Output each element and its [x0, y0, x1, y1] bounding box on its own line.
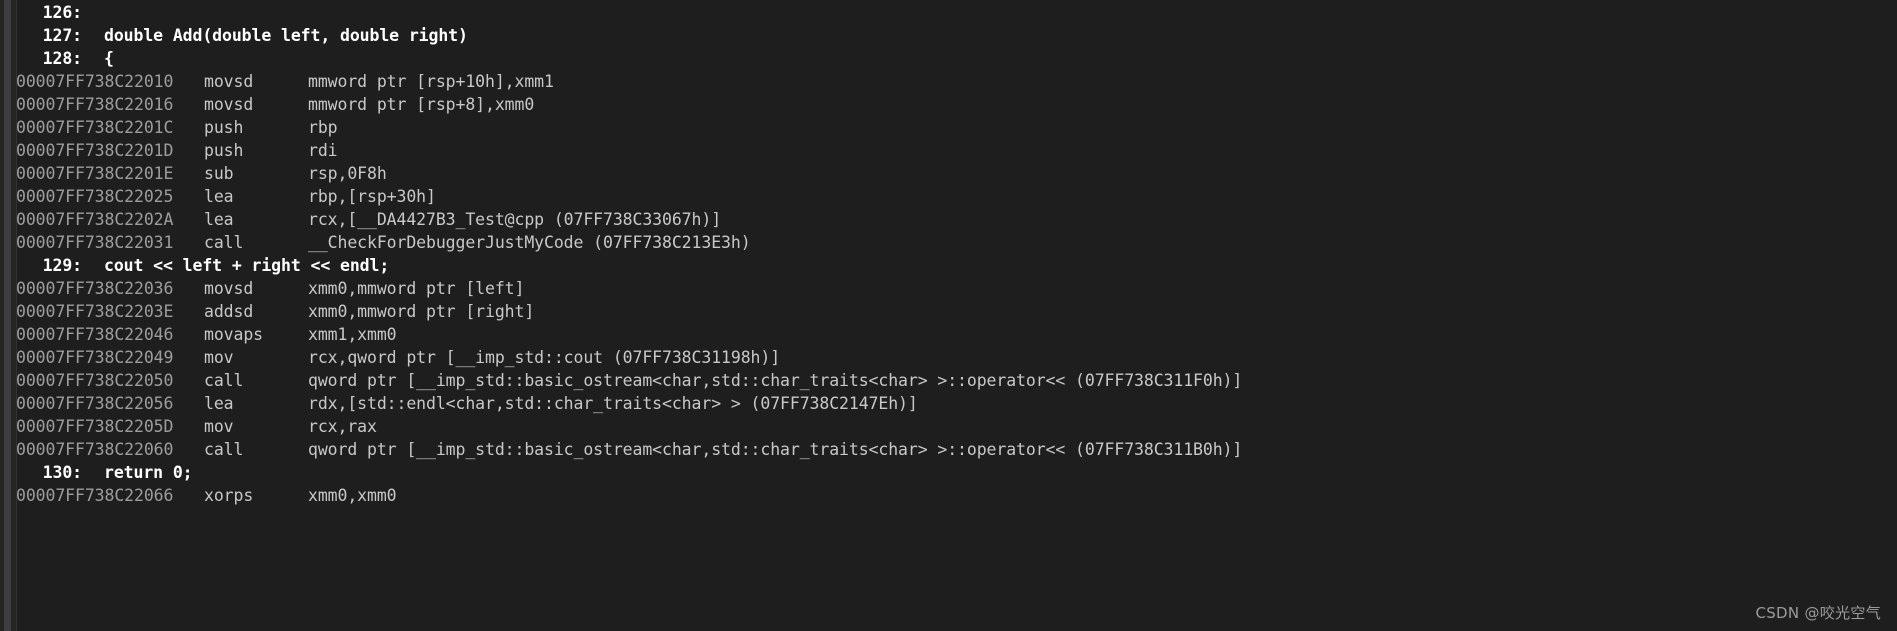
editor-gutter-strip[interactable]: [0, 0, 17, 631]
source-line-number: 127:: [42, 26, 82, 45]
disassembly-row[interactable]: 00007FF738C2201C push rbp: [16, 116, 1897, 139]
source-line-text: return 0;: [104, 463, 193, 482]
instruction-address: 00007FF738C22046: [16, 325, 174, 344]
instruction-operands: xmm0,xmm0: [308, 486, 397, 505]
source-code-row[interactable]: 126:: [16, 1, 1897, 24]
instruction-mnemonic: push: [204, 141, 244, 160]
instruction-address: 00007FF738C22050: [16, 371, 174, 390]
disassembly-code-area[interactable]: 126: 127: double Add(double left, double r…: [16, 0, 1897, 631]
source-line-number: 129:: [42, 256, 82, 275]
instruction-operands: rcx,rax: [308, 417, 377, 436]
instruction-mnemonic: movsd: [204, 279, 254, 298]
instruction-mnemonic: lea: [204, 210, 234, 229]
instruction-operands: rdi: [308, 141, 338, 160]
source-code-row[interactable]: 127: double Add(double left, double right…: [16, 24, 1897, 47]
instruction-address: 00007FF738C2201E: [16, 164, 174, 183]
instruction-mnemonic: call: [204, 233, 244, 252]
instruction-operands: qword ptr [__imp_std::basic_ostream<char…: [308, 440, 1243, 459]
source-code-row[interactable]: 128: {: [16, 47, 1897, 70]
instruction-address: 00007FF738C22049: [16, 348, 174, 367]
instruction-operands: mmword ptr [rsp+8],xmm0: [308, 95, 535, 114]
instruction-mnemonic: call: [204, 371, 244, 390]
disassembly-row[interactable]: 00007FF738C22060 call qword ptr [__imp_std…: [16, 438, 1897, 461]
instruction-address: 00007FF738C22036: [16, 279, 174, 298]
instruction-address: 00007FF738C2205D: [16, 417, 174, 436]
instruction-address: 00007FF738C22016: [16, 95, 174, 114]
scroll-position-indicator[interactable]: [4, 0, 11, 631]
instruction-operands: rbp,[rsp+30h]: [308, 187, 436, 206]
instruction-operands: rbp: [308, 118, 338, 137]
instruction-mnemonic: movaps: [204, 325, 264, 344]
instruction-mnemonic: movsd: [204, 95, 254, 114]
disassembly-row[interactable]: 00007FF738C22031 call __CheckForDebuggerJu…: [16, 231, 1897, 254]
disassembly-row[interactable]: 00007FF738C22025 lea rbp,[rsp+30h]: [16, 185, 1897, 208]
instruction-address: 00007FF738C22056: [16, 394, 174, 413]
instruction-mnemonic: lea: [204, 187, 234, 206]
instruction-operands: rdx,[std::endl<char,std::char_traits<cha…: [308, 394, 918, 413]
instruction-operands: xmm0,mmword ptr [right]: [308, 302, 535, 321]
source-code-row[interactable]: 129: cout << left + right << endl;: [16, 254, 1897, 277]
instruction-operands: rcx,[__DA4427B3_Test@cpp (07FF738C33067h…: [308, 210, 722, 229]
disassembly-row[interactable]: 00007FF738C2201D push rdi: [16, 139, 1897, 162]
instruction-address: 00007FF738C22031: [16, 233, 174, 252]
instruction-address: 00007FF738C2202A: [16, 210, 174, 229]
instruction-mnemonic: push: [204, 118, 244, 137]
instruction-operands: qword ptr [__imp_std::basic_ostream<char…: [308, 371, 1243, 390]
instruction-operands: mmword ptr [rsp+10h],xmm1: [308, 72, 554, 91]
disassembly-row[interactable]: 00007FF738C2203E addsd xmm0,mmword ptr [ri…: [16, 300, 1897, 323]
instruction-mnemonic: mov: [204, 417, 234, 436]
instruction-address: 00007FF738C2201D: [16, 141, 174, 160]
instruction-address: 00007FF738C2201C: [16, 118, 174, 137]
source-line-number: 128:: [42, 49, 82, 68]
instruction-mnemonic: xorps: [204, 486, 254, 505]
instruction-mnemonic: movsd: [204, 72, 254, 91]
instruction-operands: rsp,0F8h: [308, 164, 387, 183]
disassembly-row[interactable]: 00007FF738C22036 movsd xmm0,mmword ptr [le…: [16, 277, 1897, 300]
instruction-mnemonic: mov: [204, 348, 234, 367]
instruction-operands: rcx,qword ptr [__imp_std::cout (07FF738C…: [308, 348, 781, 367]
instruction-mnemonic: sub: [204, 164, 234, 183]
disassembly-row[interactable]: 00007FF738C2201E sub rsp,0F8h: [16, 162, 1897, 185]
instruction-address: 00007FF738C22025: [16, 187, 174, 206]
source-line-text: cout << left + right << endl;: [104, 256, 390, 275]
disassembly-row[interactable]: 00007FF738C2205D mov rcx,rax: [16, 415, 1897, 438]
disassembly-row[interactable]: 00007FF738C2202A lea rcx,[__DA4427B3_Test@…: [16, 208, 1897, 231]
disassembly-row[interactable]: 00007FF738C22066 xorps xmm0,xmm0: [16, 484, 1897, 507]
source-line-text: [88, 3, 104, 22]
instruction-operands: xmm1,xmm0: [308, 325, 397, 344]
instruction-address: 00007FF738C22066: [16, 486, 174, 505]
source-code-row[interactable]: 130: return 0;: [16, 461, 1897, 484]
disassembly-row[interactable]: 00007FF738C22016 movsd mmword ptr [rsp+8],…: [16, 93, 1897, 116]
disassembly-row[interactable]: 00007FF738C22050 call qword ptr [__imp_std…: [16, 369, 1897, 392]
csdn-watermark: CSDN @咬光空气: [1755, 604, 1881, 622]
instruction-address: 00007FF738C22010: [16, 72, 174, 91]
source-line-number: 130:: [42, 463, 82, 482]
source-line-text: {: [104, 49, 114, 68]
source-line-text: double Add(double left, double right): [104, 26, 468, 45]
disassembly-row[interactable]: 00007FF738C22049 mov rcx,qword ptr [__imp_…: [16, 346, 1897, 369]
instruction-mnemonic: lea: [204, 394, 234, 413]
instruction-operands: __CheckForDebuggerJustMyCode (07FF738C21…: [308, 233, 751, 252]
source-line-number: 126:: [42, 3, 82, 22]
instruction-address: 00007FF738C2203E: [16, 302, 174, 321]
disassembly-row[interactable]: 00007FF738C22046 movaps xmm1,xmm0: [16, 323, 1897, 346]
instruction-operands: xmm0,mmword ptr [left]: [308, 279, 525, 298]
instruction-mnemonic: addsd: [204, 302, 254, 321]
instruction-mnemonic: call: [204, 440, 244, 459]
disassembly-row[interactable]: 00007FF738C22056 lea rdx,[std::endl<char,s…: [16, 392, 1897, 415]
disassembly-row[interactable]: 00007FF738C22010 movsd mmword ptr [rsp+10h…: [16, 70, 1897, 93]
instruction-address: 00007FF738C22060: [16, 440, 174, 459]
